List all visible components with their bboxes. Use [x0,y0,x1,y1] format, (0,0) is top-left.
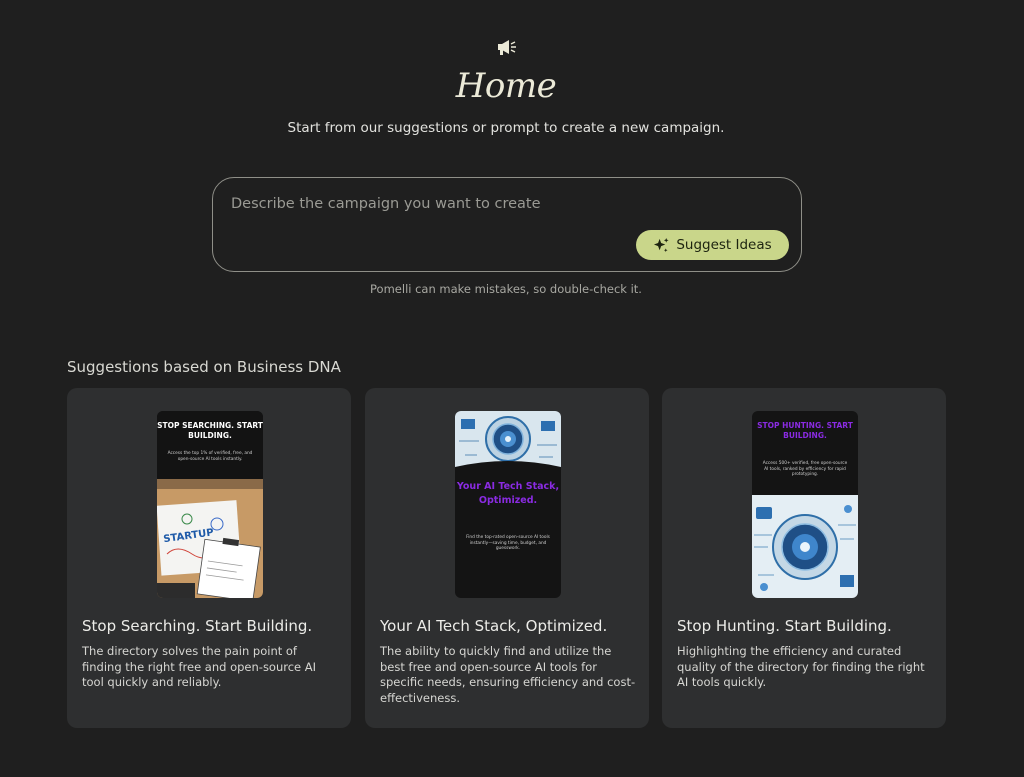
suggestion-card[interactable]: STOP SEARCHING. START BUILDING. Access t… [67,388,351,728]
card-title: Your AI Tech Stack, Optimized. [380,617,608,635]
thumb-wave [455,461,561,479]
suggest-ideas-button[interactable]: Suggest Ideas [636,230,789,260]
card-thumbnail: STOP SEARCHING. START BUILDING. Access t… [157,411,263,598]
campaign-prompt-input[interactable] [231,196,631,212]
page-subtitle: Start from our suggestions or prompt to … [287,120,725,136]
card-description: The directory solves the pain point of f… [82,644,317,689]
card-description: The ability to quickly find and utilize … [380,644,636,705]
ai-dial-image [752,495,858,598]
disclaimer-text: Pomelli can make mistakes, so double-che… [370,282,642,296]
thumb-body: Find the top-rated open-source AI tools … [466,535,550,552]
thumb-headline: Your AI Tech Stack, Optimized. [456,481,560,506]
page-title: Home [455,66,557,106]
desk-sketch-image: STARTUP [157,479,263,598]
card-description: Highlighting the efficiency and curated … [677,644,925,689]
thumb-headline: STOP SEARCHING. START BUILDING. [157,421,263,440]
megaphone-icon [498,40,516,55]
thumb-headline: STOP HUNTING. START BUILDING. [757,421,853,440]
thumb-body: Access the top 1% of verified, free, and… [167,451,253,462]
card-thumbnail: Your AI Tech Stack, Optimized. Find the … [455,411,561,598]
suggestion-card[interactable]: STOP HUNTING. START BUILDING. Access 500… [662,388,946,728]
home-page: Home Start from our suggestions or promp… [0,0,1024,777]
suggestion-card[interactable]: Your AI Tech Stack, Optimized. Find the … [365,388,649,728]
thumb-body: Access 500+ verified, free open-source A… [762,461,848,478]
suggest-ideas-label: Suggest Ideas [676,237,772,253]
card-title: Stop Hunting. Start Building. [677,617,892,635]
suggestions-heading: Suggestions based on Business DNA [67,358,341,376]
card-thumbnail: STOP HUNTING. START BUILDING. Access 500… [752,411,858,598]
campaign-prompt-box: Suggest Ideas [212,177,802,272]
card-title: Stop Searching. Start Building. [82,617,313,635]
sparkle-icon [654,237,669,252]
